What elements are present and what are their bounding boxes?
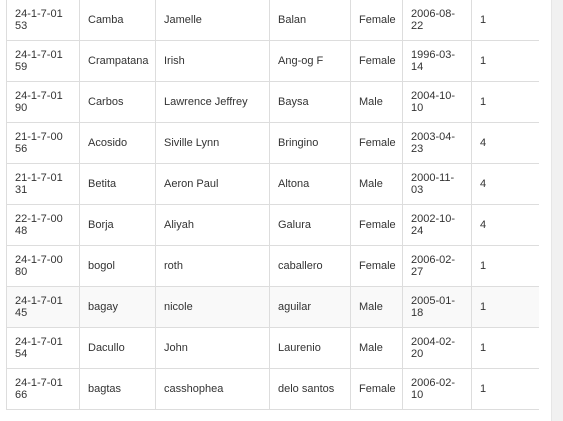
student-table-container: 24-1-7-0153 Camba Jamelle Balan Female 2006-0… bbox=[6, 0, 539, 410]
table-row: 24-1-7-0080 bogol roth caballero Female 2006-… bbox=[6, 245, 539, 287]
student-id-cell: 21-1-7-0131 bbox=[6, 163, 80, 205]
sex-cell: Female bbox=[350, 204, 403, 246]
sex-cell: Male bbox=[350, 286, 403, 328]
sex-cell: Female bbox=[350, 40, 403, 82]
year-level-cell: 1 bbox=[471, 0, 539, 41]
birthdate-cell: 1996-03-14 bbox=[402, 40, 472, 82]
year-level-cell: 4 bbox=[471, 204, 539, 246]
last-name-cell: Betita bbox=[79, 163, 156, 205]
student-id-cell: 24-1-7-0166 bbox=[6, 368, 80, 410]
student-id-cell: 24-1-7-0159 bbox=[6, 40, 80, 82]
sex-cell: Male bbox=[350, 327, 403, 369]
last-name-cell: Dacullo bbox=[79, 327, 156, 369]
first-name-cell: Jamelle bbox=[155, 0, 270, 41]
year-level-cell: 4 bbox=[471, 163, 539, 205]
birthdate-cell: 2006-02-27 bbox=[402, 245, 472, 287]
sex-cell: Male bbox=[350, 81, 403, 123]
middle-name-cell: aguilar bbox=[269, 286, 351, 328]
sex-cell: Female bbox=[350, 0, 403, 41]
middle-name-cell: Galura bbox=[269, 204, 351, 246]
middle-name-cell: Ang-og F bbox=[269, 40, 351, 82]
sex-cell: Female bbox=[350, 245, 403, 287]
last-name-cell: Crampatana bbox=[79, 40, 156, 82]
middle-name-cell: delo santos bbox=[269, 368, 351, 410]
first-name-cell: casshophea bbox=[155, 368, 270, 410]
birthdate-cell: 2005-01-18 bbox=[402, 286, 472, 328]
birthdate-cell: 2002-10-24 bbox=[402, 204, 472, 246]
first-name-cell: John bbox=[155, 327, 270, 369]
student-id-cell: 24-1-7-0080 bbox=[6, 245, 80, 287]
student-id-cell: 21-1-7-0056 bbox=[6, 122, 80, 164]
table-row: 24-1-7-0190 Carbos Lawrence Jeffrey Baysa Ma… bbox=[6, 81, 539, 123]
table-row: 24-1-7-0154 Dacullo John Laurenio Male 2004-0… bbox=[6, 327, 539, 369]
sex-cell: Female bbox=[350, 368, 403, 410]
table-row: 22-1-7-0048 Borja Aliyah Galura Female 2002-1… bbox=[6, 204, 539, 246]
birthdate-cell: 2004-02-20 bbox=[402, 327, 472, 369]
last-name-cell: bagay bbox=[79, 286, 156, 328]
student-id-cell: 22-1-7-0048 bbox=[6, 204, 80, 246]
sex-cell: Male bbox=[350, 163, 403, 205]
last-name-cell: Camba bbox=[79, 0, 156, 41]
birthdate-cell: 2006-08-22 bbox=[402, 0, 472, 41]
sex-cell: Female bbox=[350, 122, 403, 164]
middle-name-cell: caballero bbox=[269, 245, 351, 287]
birthdate-cell: 2003-04-23 bbox=[402, 122, 472, 164]
first-name-cell: Lawrence Jeffrey bbox=[155, 81, 270, 123]
first-name-cell: Siville Lynn bbox=[155, 122, 270, 164]
year-level-cell: 1 bbox=[471, 245, 539, 287]
birthdate-cell: 2004-10-10 bbox=[402, 81, 472, 123]
middle-name-cell: Baysa bbox=[269, 81, 351, 123]
table-row: 21-1-7-0131 Betita Aeron Paul Altona Male 200… bbox=[6, 163, 539, 205]
first-name-cell: roth bbox=[155, 245, 270, 287]
last-name-cell: bogol bbox=[79, 245, 156, 287]
student-id-cell: 24-1-7-0153 bbox=[6, 0, 80, 41]
table-row: 21-1-7-0056 Acosido Siville Lynn Bringino Fe… bbox=[6, 122, 539, 164]
table-row: 24-1-7-0153 Camba Jamelle Balan Female 2006-0… bbox=[6, 0, 539, 41]
student-table: 24-1-7-0153 Camba Jamelle Balan Female 2006-0… bbox=[6, 0, 539, 410]
middle-name-cell: Bringino bbox=[269, 122, 351, 164]
birthdate-cell: 2006-02-10 bbox=[402, 368, 472, 410]
student-table-body: 24-1-7-0153 Camba Jamelle Balan Female 2006-0… bbox=[6, 0, 539, 410]
year-level-cell: 1 bbox=[471, 286, 539, 328]
last-name-cell: Borja bbox=[79, 204, 156, 246]
year-level-cell: 1 bbox=[471, 81, 539, 123]
year-level-cell: 4 bbox=[471, 122, 539, 164]
middle-name-cell: Altona bbox=[269, 163, 351, 205]
middle-name-cell: Balan bbox=[269, 0, 351, 41]
year-level-cell: 1 bbox=[471, 368, 539, 410]
last-name-cell: Acosido bbox=[79, 122, 156, 164]
first-name-cell: Irish bbox=[155, 40, 270, 82]
last-name-cell: bagtas bbox=[79, 368, 156, 410]
student-list-page: 24-1-7-0153 Camba Jamelle Balan Female 2006-0… bbox=[0, 0, 563, 421]
page-scrollbar[interactable] bbox=[551, 0, 563, 421]
year-level-cell: 1 bbox=[471, 327, 539, 369]
last-name-cell: Carbos bbox=[79, 81, 156, 123]
middle-name-cell: Laurenio bbox=[269, 327, 351, 369]
table-row: 24-1-7-0166 bagtas casshophea delo santos Fe… bbox=[6, 368, 539, 410]
first-name-cell: Aeron Paul bbox=[155, 163, 270, 205]
first-name-cell: Aliyah bbox=[155, 204, 270, 246]
student-id-cell: 24-1-7-0145 bbox=[6, 286, 80, 328]
table-row: 24-1-7-0159 Crampatana Irish Ang-og F Female… bbox=[6, 40, 539, 82]
year-level-cell: 1 bbox=[471, 40, 539, 82]
student-id-cell: 24-1-7-0154 bbox=[6, 327, 80, 369]
first-name-cell: nicole bbox=[155, 286, 270, 328]
birthdate-cell: 2000-11-03 bbox=[402, 163, 472, 205]
student-id-cell: 24-1-7-0190 bbox=[6, 81, 80, 123]
table-row: 24-1-7-0145 bagay nicole aguilar Male 2005-01… bbox=[6, 286, 539, 328]
